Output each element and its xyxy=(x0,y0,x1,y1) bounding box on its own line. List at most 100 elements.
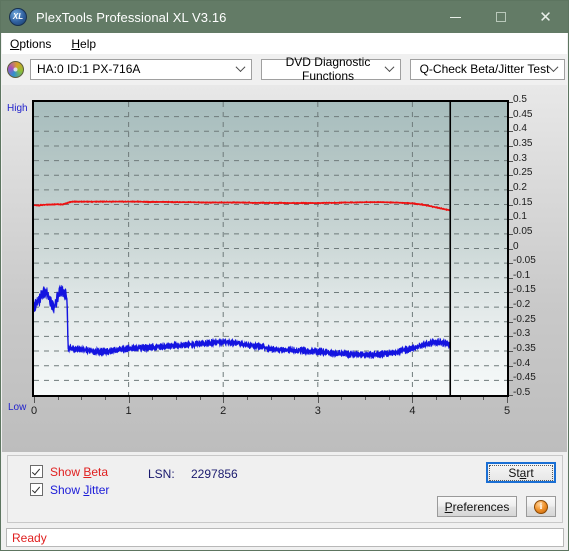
x-axis-tick-labels: 0 1 2 3 4 5 xyxy=(2,406,567,422)
y-axis-tick-mark xyxy=(509,395,513,396)
y-axis-tick-mark xyxy=(509,380,513,382)
info-icon: i xyxy=(534,499,548,514)
start-label-pre: St xyxy=(508,465,520,480)
x-axis-tick-mark xyxy=(483,397,485,400)
y-axis-tick-mark xyxy=(509,146,513,147)
x-tick-label: 1 xyxy=(125,405,132,417)
window-controls: ✕ xyxy=(433,1,568,33)
app-logo-icon: XL xyxy=(9,8,27,26)
beta-jitter-plot xyxy=(32,100,509,397)
x-tick-label: 0 xyxy=(30,405,38,417)
test-select[interactable]: Q-Check Beta/Jitter Test xyxy=(410,58,565,80)
close-button[interactable]: ✕ xyxy=(523,1,568,33)
prefs-label-post: references xyxy=(452,499,510,514)
function-select-value: DVD Diagnostic Functions xyxy=(285,55,371,83)
x-axis-tick-mark xyxy=(412,397,414,403)
menu-options-accel: O xyxy=(10,36,20,51)
selector-toolbar: HA:0 ID:1 PX-716A DVD Diagnostic Functio… xyxy=(2,54,567,84)
y-tick-label: 0 xyxy=(513,240,519,252)
x-tick-label: 4 xyxy=(409,405,416,417)
y-axis-tick-mark xyxy=(509,233,513,235)
y-axis-tick-mark xyxy=(509,204,513,206)
y-tick-label: -0.3 xyxy=(513,328,531,340)
show-jitter-label: Show Jitter xyxy=(50,484,109,496)
menu-item-help[interactable]: Help xyxy=(69,36,106,52)
y-tick-label: -0.25 xyxy=(513,313,536,325)
minimize-button[interactable] xyxy=(433,1,478,33)
show-beta-checkbox[interactable] xyxy=(30,465,43,478)
y-axis-tick-mark xyxy=(509,277,513,279)
drive-select[interactable]: HA:0 ID:1 PX-716A xyxy=(30,58,252,80)
show-beta-checkbox-row[interactable]: Show Beta xyxy=(30,465,108,478)
show-jitter-label-post: itter xyxy=(89,482,110,497)
show-jitter-checkbox-row[interactable]: Show Jitter xyxy=(30,483,109,496)
menu-item-options[interactable]: Options xyxy=(8,36,61,52)
y-axis-tick-mark xyxy=(509,321,513,323)
y-tick-label: 0.15 xyxy=(513,196,533,208)
y-tick-label: 0.4 xyxy=(513,123,527,135)
show-beta-label-pre: Show xyxy=(50,464,84,479)
y-tick-label: 0.3 xyxy=(513,152,527,164)
menu-help-rest: elp xyxy=(80,36,97,51)
y-axis-tick-mark xyxy=(509,336,513,338)
y-axis-tick-mark xyxy=(509,189,513,191)
y-tick-label: -0.15 xyxy=(513,284,536,296)
y-axis-tick-mark xyxy=(509,219,513,221)
preferences-button-label: Preferences xyxy=(445,500,510,514)
x-axis-tick-mark xyxy=(294,397,296,400)
x-axis-tick-mark xyxy=(341,397,343,400)
menu-bar: Options Help xyxy=(2,33,567,54)
y-axis-tick-mark xyxy=(509,131,513,133)
y-axis-tick-mark xyxy=(509,292,513,294)
y-tick-label: -0.4 xyxy=(513,357,531,369)
y-tick-label: -0.1 xyxy=(513,269,531,281)
function-select[interactable]: DVD Diagnostic Functions xyxy=(261,55,401,83)
y-tick-label: -0.35 xyxy=(513,343,536,354)
controls-panel: Show Beta Show Jitter LSN: 2297856 St a rt… xyxy=(7,455,563,523)
x-axis-tick-mark xyxy=(105,397,106,400)
x-tick-label: 2 xyxy=(220,405,227,417)
menu-help-accel: H xyxy=(71,36,81,51)
y-axis-tick-mark xyxy=(509,175,513,177)
show-beta-label: Show Beta xyxy=(50,466,108,478)
x-axis-tick-mark xyxy=(57,397,59,400)
x-axis-tick-mark xyxy=(128,397,130,403)
status-bar: Ready xyxy=(6,528,564,547)
x-axis-tick-mark xyxy=(152,397,154,400)
start-button[interactable]: St a rt xyxy=(486,462,556,483)
y-axis-tick-mark xyxy=(509,263,513,265)
y-tick-label: 0.2 xyxy=(513,181,527,193)
test-select-value: Q-Check Beta/Jitter Test xyxy=(419,62,550,76)
x-axis-tick-mark xyxy=(388,397,390,400)
y-axis-tick-mark xyxy=(509,365,513,367)
plot-canvas xyxy=(34,102,507,395)
lsn-label: LSN: xyxy=(148,467,175,481)
show-jitter-checkbox[interactable] xyxy=(30,483,43,496)
y-axis-tick-mark xyxy=(509,307,513,309)
x-axis-tick-mark xyxy=(175,397,177,400)
axis-high-label: High xyxy=(7,103,28,114)
y-tick-label: -0.45 xyxy=(513,372,536,384)
chart-panel: High Low 0.5 0.45 0.4 0.35 0.3 0.25 0.2 0.15 0.1… xyxy=(2,85,567,452)
preferences-button[interactable]: Preferences xyxy=(437,496,517,517)
y-tick-label: 0.25 xyxy=(513,167,533,179)
optical-disc-icon xyxy=(7,60,24,78)
y-tick-label: -0.05 xyxy=(513,255,536,267)
start-button-label: St a rt xyxy=(489,464,553,481)
x-axis-tick-mark xyxy=(317,397,319,403)
y-tick-label: -0.2 xyxy=(513,299,531,311)
x-axis-tick-mark xyxy=(223,397,225,403)
y-tick-label: -0.5 xyxy=(513,387,531,398)
y-axis-tick-mark xyxy=(509,351,513,352)
title-bar: XL PlexTools Professional XL V3.16 ✕ xyxy=(1,1,568,33)
y-tick-label: 0.05 xyxy=(513,225,533,237)
x-axis-tick-mark xyxy=(246,397,248,400)
drive-select-value: HA:0 ID:1 PX-716A xyxy=(37,62,141,76)
y-axis-tick-labels: 0.5 0.45 0.4 0.35 0.3 0.25 0.2 0.15 0.1 0.05 0 -0.0… xyxy=(513,94,563,399)
maximize-button[interactable] xyxy=(478,1,523,33)
info-button[interactable]: i xyxy=(526,496,556,517)
x-axis-tick-mark xyxy=(459,397,461,400)
start-label-post: rt xyxy=(526,465,534,480)
x-axis-tick-mark xyxy=(270,397,272,400)
x-tick-label: 3 xyxy=(314,405,321,417)
